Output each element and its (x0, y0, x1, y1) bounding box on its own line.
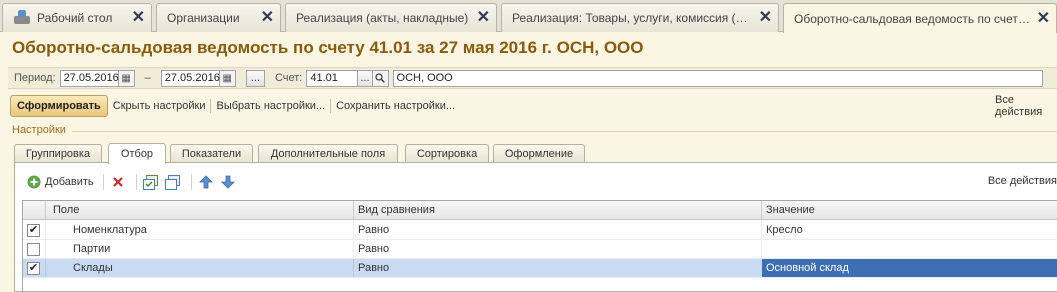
close-icon[interactable]: ✕ (132, 10, 145, 26)
ungroup-conditions-icon[interactable] (164, 173, 182, 191)
save-settings-button[interactable]: Сохранить настройки... (331, 100, 460, 112)
tab-label: Оборотно-сальдовая ведомость по счету 41… (794, 11, 1031, 26)
row-checkbox[interactable]: ✔ (27, 262, 40, 275)
close-icon[interactable]: ✕ (477, 10, 490, 26)
period-from-input[interactable]: 27.05.2016 (59, 69, 119, 87)
close-icon[interactable]: ✕ (759, 10, 772, 26)
settings-group-divider (72, 131, 1057, 132)
table-row[interactable]: Партии Равно (23, 240, 1057, 259)
column-header-comparison[interactable]: Вид сравнения (354, 201, 435, 219)
window-tab-strip: Рабочий стол ✕ Организации ✕ Реализация … (0, 0, 1057, 33)
hide-settings-button[interactable]: Скрыть настройки (108, 100, 211, 112)
tab-label: Рабочий стол (37, 11, 113, 25)
row-value[interactable] (762, 240, 766, 258)
tab-filter[interactable]: Отбор (108, 143, 166, 164)
all-actions-menu[interactable]: Все действия (990, 94, 1057, 118)
add-button[interactable]: Добавить (45, 176, 94, 188)
table-row[interactable]: ✔ Номенклатура Равно Кресло (23, 221, 1057, 240)
row-comparison[interactable]: Равно (354, 240, 389, 258)
column-header-field[interactable]: Поле (49, 201, 79, 219)
close-icon[interactable]: ✕ (261, 10, 274, 26)
row-checkbox[interactable] (27, 243, 40, 256)
tab-label: Реализация (акты, накладные) (296, 11, 469, 25)
search-icon[interactable] (372, 69, 389, 87)
row-comparison[interactable]: Равно (354, 259, 389, 277)
table-row-selected[interactable]: ✔ Склады Равно Основной склад (23, 259, 1057, 278)
group-conditions-icon[interactable] (142, 173, 160, 191)
grid-divider (45, 259, 46, 277)
tab-sales-list[interactable]: Реализация (акты, накладные) ✕ (285, 3, 497, 32)
row-comparison[interactable]: Равно (354, 221, 389, 239)
grid-divider (45, 201, 46, 219)
separator (102, 174, 104, 190)
grid-divider (45, 221, 46, 239)
row-field: Склады (73, 262, 113, 274)
command-bar: Сформировать Скрыть настройки Выбрать на… (10, 94, 1057, 118)
row-checkbox[interactable]: ✔ (27, 224, 40, 237)
tab-organizations[interactable]: Организации ✕ (156, 3, 281, 32)
choose-settings-button[interactable]: Выбрать настройки... (211, 100, 330, 112)
account-select-button[interactable]: ... (358, 69, 373, 87)
tab-indicators[interactable]: Показатели (170, 144, 253, 163)
page-title: Оборотно-сальдовая ведомость по счету 41… (12, 38, 644, 57)
period-row: Период: 27.05.2016 ▦ – 27.05.2016 ▦ ... … (8, 67, 1057, 89)
panel-all-actions-menu[interactable]: Все действия (988, 175, 1057, 187)
tab-trial-balance[interactable]: Оборотно-сальдовая ведомость по счету 41… (783, 3, 1057, 33)
period-dash: – (144, 72, 151, 84)
tab-label: Реализация: Товары, услуги, комиссия (со… (512, 11, 753, 25)
tab-desktop[interactable]: Рабочий стол ✕ (2, 3, 152, 32)
delete-icon[interactable] (109, 173, 127, 191)
generate-button[interactable]: Сформировать (10, 95, 108, 117)
row-value[interactable]: Основной склад (762, 259, 849, 277)
row-field: Номенклатура (73, 224, 147, 236)
tab-appearance[interactable]: Оформление (493, 144, 585, 163)
filter-toolbar: Добавить (25, 172, 241, 192)
filter-panel: Добавить Все действия Поле Вид сравнения… (14, 162, 1057, 292)
row-field: Партии (73, 243, 111, 255)
tab-sales-document[interactable]: Реализация: Товары, услуги, комиссия (со… (501, 3, 779, 32)
account-input[interactable]: 41.01 (306, 69, 359, 87)
tab-grouping[interactable]: Группировка (14, 144, 102, 163)
add-icon[interactable] (25, 173, 43, 191)
move-up-icon[interactable] (197, 173, 215, 191)
column-header-value[interactable]: Значение (762, 201, 815, 219)
move-down-icon[interactable] (219, 173, 237, 191)
tab-sorting[interactable]: Сортировка (405, 144, 489, 163)
tab-label: Организации (167, 11, 240, 25)
period-to-input[interactable]: 27.05.2016 (160, 69, 220, 87)
separator (190, 174, 192, 190)
calendar-icon[interactable]: ▦ (118, 69, 135, 87)
separator (135, 174, 137, 190)
period-select-button[interactable]: ... (245, 69, 265, 87)
grid-divider (45, 240, 46, 258)
settings-group-label: Настройки (12, 124, 66, 136)
desktop-icon (13, 10, 31, 26)
period-label: Период: (14, 72, 56, 84)
calendar-icon[interactable]: ▦ (219, 69, 236, 87)
filter-grid: Поле Вид сравнения Значение ✔ Номенклату… (22, 200, 1057, 292)
tab-additional-fields[interactable]: Дополнительные поля (258, 144, 398, 163)
row-value[interactable]: Кресло (762, 221, 803, 239)
account-label: Счет: (274, 72, 303, 84)
organization-input[interactable]: ОСН, ООО (392, 69, 1043, 87)
close-icon[interactable]: ✕ (1037, 10, 1050, 27)
grid-header: Поле Вид сравнения Значение (23, 201, 1057, 220)
